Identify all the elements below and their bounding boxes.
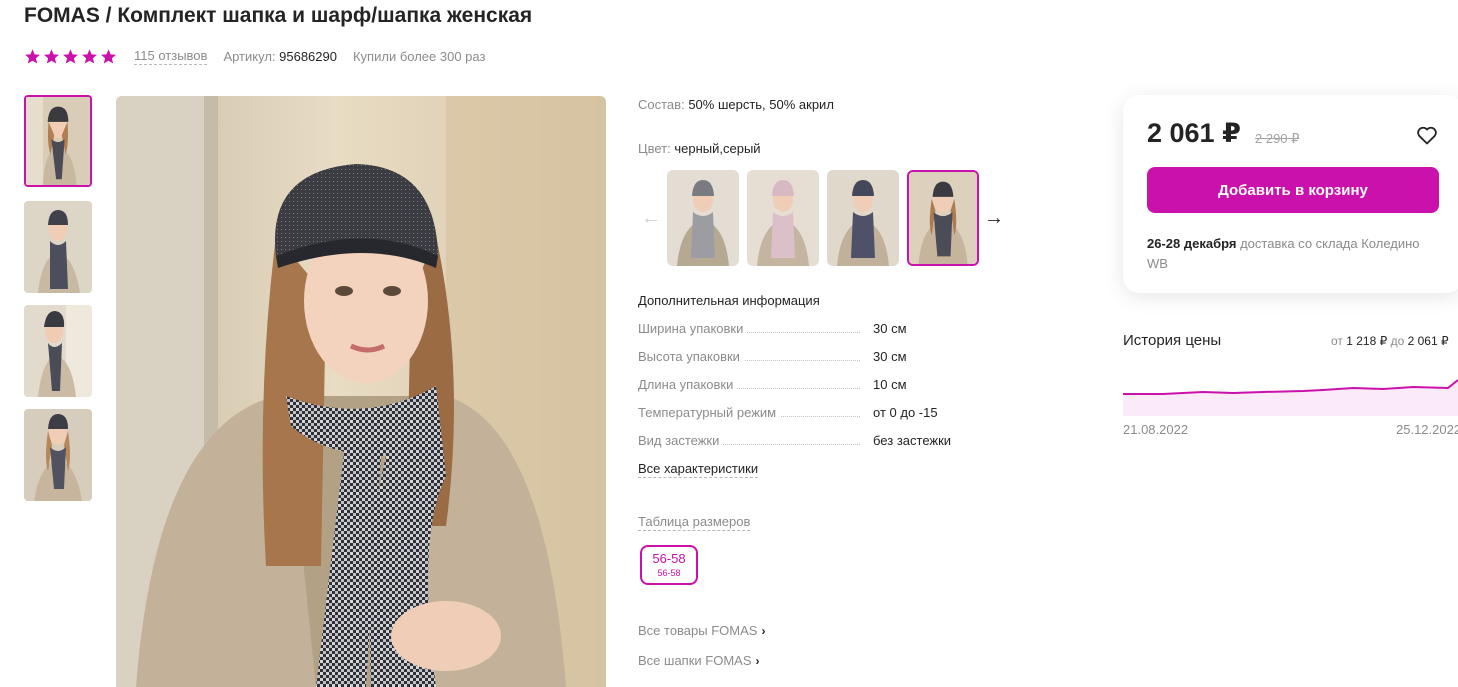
star-icon — [101, 49, 116, 64]
characteristic-value: 30 см — [873, 349, 907, 364]
current-price: 2 061 ₽ — [1147, 118, 1241, 148]
thumbnail[interactable] — [24, 409, 92, 501]
characteristic-name: Температурный режим — [638, 405, 781, 420]
color-option-image — [667, 170, 739, 266]
color-option-image — [747, 170, 819, 266]
range-to-label: до — [1390, 334, 1405, 348]
product-title: FOMAS / Комплект шапка и шарф/шапка женс… — [24, 4, 533, 27]
product-meta: 115 отзывов Артикул: 95686290 Купили бол… — [24, 48, 485, 65]
star-icon — [25, 49, 40, 64]
characteristic-row: Температурный режим от 0 до -15 — [638, 405, 978, 425]
star-icon — [44, 49, 59, 64]
size-option-selected[interactable]: 56-58 56-58 — [640, 545, 698, 585]
characteristic-name: Длина упаковки — [638, 377, 738, 392]
brand-link-label: Все шапки FOMAS — [638, 653, 752, 668]
thumbnail[interactable] — [24, 95, 92, 187]
thumbnail-image — [26, 97, 90, 185]
composition: Состав: 50% шерсть, 50% акрил — [638, 97, 834, 112]
characteristic-name: Ширина упаковки — [638, 321, 748, 336]
color-option[interactable] — [747, 170, 819, 266]
range-from-label: от — [1331, 334, 1343, 348]
size-label: 56-58 — [652, 551, 686, 566]
add-to-cart-button[interactable]: Добавить в корзину — [1147, 167, 1439, 213]
star-icon — [63, 49, 78, 64]
characteristic-value: от 0 до -15 — [873, 405, 938, 420]
characteristic-name: Вид застежки — [638, 433, 724, 448]
color-label: Цвет: — [638, 141, 671, 156]
thumbnail-image — [24, 409, 92, 501]
all-brand-products-link[interactable]: Все товары FOMAS › — [638, 623, 765, 638]
color-option[interactable] — [827, 170, 899, 266]
star-icon — [82, 49, 97, 64]
old-price: 2 290 ₽ — [1255, 131, 1300, 146]
rating-stars[interactable] — [24, 48, 117, 65]
chevron-right-icon: › — [755, 654, 760, 668]
price-card: 2 061 ₽ 2 290 ₽ Добавить в корзину 26-28… — [1123, 95, 1458, 293]
range-from: 1 218 ₽ — [1346, 334, 1388, 348]
extra-info-title: Дополнительная информация — [638, 293, 820, 308]
composition-label: Состав: — [638, 97, 685, 112]
characteristic-name: Высота упаковки — [638, 349, 744, 364]
characteristic-row: Ширина упаковки 30 см — [638, 321, 978, 341]
price-history-title: История цены — [1123, 332, 1222, 349]
color-option[interactable] — [667, 170, 739, 266]
all-characteristics-link[interactable]: Все характеристики — [638, 461, 759, 478]
delivery-date: 26-28 декабря — [1147, 236, 1237, 251]
article: Артикул: 95686290 — [223, 49, 337, 64]
characteristic-row: Высота упаковки 30 см — [638, 349, 978, 369]
thumbnail[interactable] — [24, 305, 92, 397]
range-to: 2 061 ₽ — [1407, 334, 1449, 348]
bought-count: Купили более 300 раз — [352, 49, 486, 64]
arrow-right-icon[interactable]: → — [984, 207, 1004, 230]
characteristic-row: Длина упаковки 10 см — [638, 377, 978, 397]
heart-icon[interactable] — [1415, 123, 1439, 147]
article-value: 95686290 — [279, 49, 337, 64]
chevron-right-icon: › — [761, 624, 766, 638]
composition-value: 50% шерсть, 50% акрил — [688, 97, 834, 112]
color-option-image — [827, 170, 899, 266]
characteristic-value: без застежки — [873, 433, 952, 448]
thumbnail-image — [24, 201, 92, 293]
price-history-chart[interactable] — [1123, 370, 1458, 416]
color-option-selected[interactable] — [907, 170, 979, 266]
color-option-image — [909, 172, 977, 264]
brand-link-label: Все товары FOMAS — [638, 623, 758, 638]
size-table-link[interactable]: Таблица размеров — [638, 514, 751, 531]
size-sublabel: 56-58 — [657, 568, 681, 578]
history-date-start: 21.08.2022 — [1123, 422, 1189, 437]
color-info: Цвет: черный,серый — [638, 141, 761, 156]
reviews-link[interactable]: 115 отзывов — [134, 48, 208, 65]
product-image — [116, 96, 606, 687]
thumbnail[interactable] — [24, 201, 92, 293]
price-history-range: от 1 218 ₽ до 2 061 ₽ — [1331, 334, 1449, 348]
all-brand-hats-link[interactable]: Все шапки FOMAS › — [638, 653, 760, 668]
color-picker: ← → — [638, 170, 1018, 268]
arrow-left-icon[interactable]: ← — [641, 207, 661, 230]
delivery-info: 26-28 декабря доставка со склада Коледин… — [1147, 234, 1437, 274]
characteristic-value: 30 см — [873, 321, 907, 336]
characteristic-value: 10 см — [873, 377, 907, 392]
article-label: Артикул: — [223, 49, 276, 64]
thumbnail-image — [24, 305, 92, 397]
characteristic-row: Вид застежки без застежки — [638, 433, 978, 453]
main-product-photo[interactable] — [116, 96, 606, 687]
history-date-end: 25.12.2022 — [1396, 422, 1458, 437]
color-value: черный,серый — [674, 141, 761, 156]
